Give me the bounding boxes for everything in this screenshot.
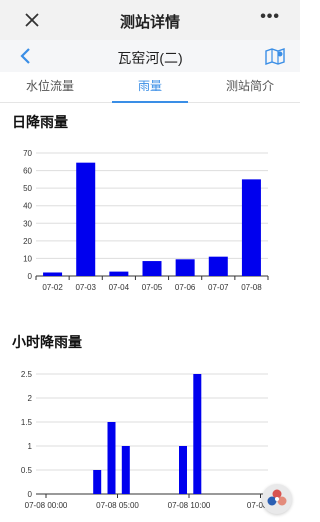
y-tick-label: 10 bbox=[23, 254, 32, 263]
y-tick-label: 0.5 bbox=[21, 466, 33, 475]
bar bbox=[193, 374, 202, 494]
y-tick-label: 2 bbox=[28, 394, 33, 403]
tab-station-intro[interactable]: 测站简介 bbox=[200, 72, 300, 102]
y-tick-label: 60 bbox=[23, 167, 32, 176]
tab-bar: 水位流量 雨量 测站简介 bbox=[0, 72, 300, 103]
bar bbox=[208, 256, 228, 276]
x-tick-label: 07-03 bbox=[75, 283, 96, 292]
bar bbox=[43, 272, 63, 276]
y-tick-label: 0 bbox=[28, 272, 33, 281]
y-tick-label: 40 bbox=[23, 202, 32, 211]
daily-rainfall-chart: 0 10 20 30 40 50 60 70 07-02 07-03 07-04 07-05 07-06… bbox=[23, 149, 269, 292]
bar bbox=[107, 422, 116, 494]
bar bbox=[121, 446, 130, 494]
bar bbox=[142, 261, 162, 276]
y-tick-label: 0 bbox=[28, 490, 33, 499]
y-tick-label: 50 bbox=[23, 184, 32, 193]
x-tick-label: 07-06 bbox=[175, 283, 196, 292]
bar bbox=[76, 162, 96, 276]
x-tick-label: 07-08 10:00 bbox=[168, 501, 211, 510]
station-name: 瓦窑河(二) bbox=[117, 50, 183, 66]
y-tick-label: 2.5 bbox=[21, 370, 33, 379]
floating-action-button[interactable] bbox=[262, 484, 292, 514]
y-tick-label: 1 bbox=[28, 442, 33, 451]
station-bar: 瓦窑河(二) bbox=[0, 40, 300, 72]
x-tick-label: 07-05 bbox=[142, 283, 163, 292]
y-tick-label: 70 bbox=[23, 149, 32, 158]
bar bbox=[109, 271, 129, 276]
map-icon[interactable] bbox=[264, 46, 286, 66]
x-tick-label: 07-02 bbox=[42, 283, 63, 292]
bar bbox=[175, 259, 195, 276]
tab-water-level[interactable]: 水位流量 bbox=[0, 72, 100, 102]
tab-rainfall[interactable]: 雨量 bbox=[100, 72, 200, 103]
more-menu-icon[interactable]: ••• bbox=[260, 8, 280, 26]
x-tick-label: 07-07 bbox=[208, 283, 229, 292]
daily-rainfall-title: 日降雨量 bbox=[12, 114, 68, 130]
hourly-rainfall-title: 小时降雨量 bbox=[12, 334, 82, 350]
app-header: 测站详情 ••• bbox=[0, 0, 300, 40]
x-tick-label: 07-08 05:00 bbox=[96, 501, 139, 510]
x-tick-label: 07-08 bbox=[241, 283, 262, 292]
bar bbox=[179, 446, 187, 494]
bar bbox=[241, 179, 261, 276]
x-tick-label: 07-04 bbox=[109, 283, 130, 292]
flower-logo-icon bbox=[267, 489, 287, 506]
bar bbox=[93, 470, 102, 494]
y-tick-label: 1.5 bbox=[21, 418, 33, 427]
hourly-rainfall-chart: 0 0.5 1 1.5 2 2.5 07-08 00:00 07-08 05:00 07-08 … bbox=[21, 370, 275, 510]
y-tick-label: 30 bbox=[23, 219, 32, 228]
x-tick-label: 07-08 00:00 bbox=[25, 501, 68, 510]
y-tick-label: 20 bbox=[23, 237, 32, 246]
page-title: 测站详情 bbox=[119, 14, 180, 31]
